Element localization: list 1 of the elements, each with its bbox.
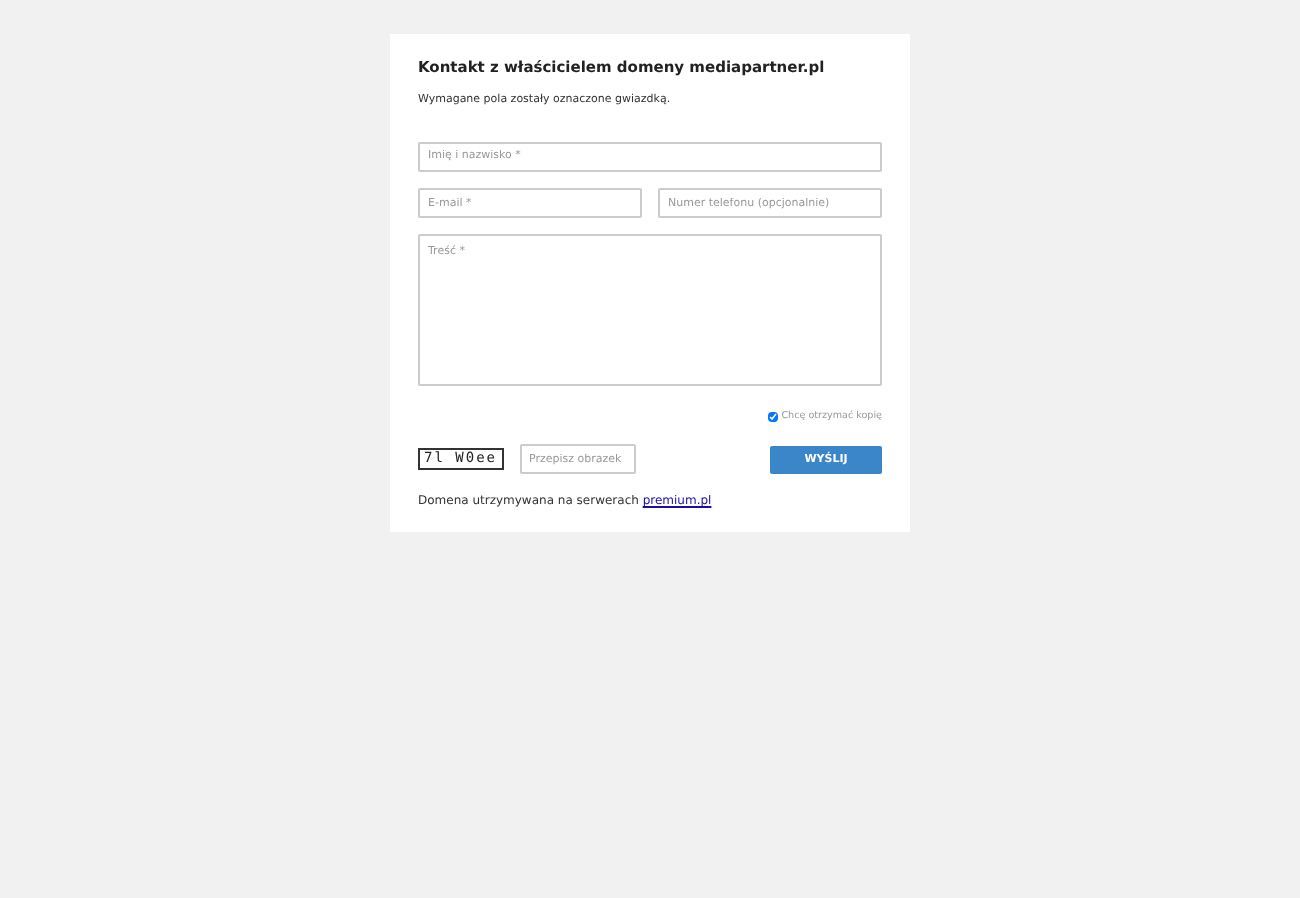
copy-checkbox[interactable]: [767, 412, 778, 423]
